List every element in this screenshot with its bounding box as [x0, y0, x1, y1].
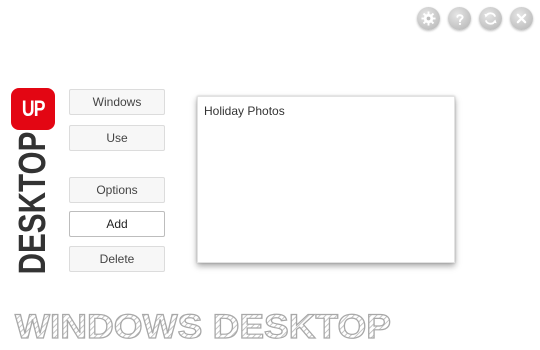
use-button[interactable]: Use — [69, 125, 165, 151]
logo-wordmark: DESKTOP — [11, 130, 55, 276]
refresh-button[interactable] — [479, 7, 502, 30]
list-item[interactable]: Holiday Photos — [204, 104, 285, 118]
footer-title-text: WINDOWS DESKTOP — [15, 308, 391, 345]
close-button[interactable] — [510, 7, 533, 30]
footer-title: WINDOWS DESKTOP — [13, 305, 403, 345]
add-button[interactable]: Add — [69, 211, 165, 237]
refresh-icon — [484, 12, 497, 25]
desktop-list-panel[interactable]: Holiday Photos — [197, 96, 455, 263]
settings-button[interactable] — [417, 7, 440, 30]
window-controls — [417, 7, 533, 30]
desktop-up-logo: UP DESKTOP — [11, 88, 55, 278]
close-icon — [516, 13, 527, 24]
logo-word-text: DESKTOP — [12, 131, 54, 275]
windows-button[interactable]: Windows — [69, 89, 165, 115]
gear-icon — [421, 11, 436, 26]
delete-button[interactable]: Delete — [69, 246, 165, 272]
logo-badge-text: UP — [21, 96, 46, 121]
options-button[interactable]: Options — [69, 177, 165, 203]
help-icon — [455, 13, 464, 25]
help-button[interactable] — [448, 7, 471, 30]
logo-badge: UP — [11, 88, 55, 130]
